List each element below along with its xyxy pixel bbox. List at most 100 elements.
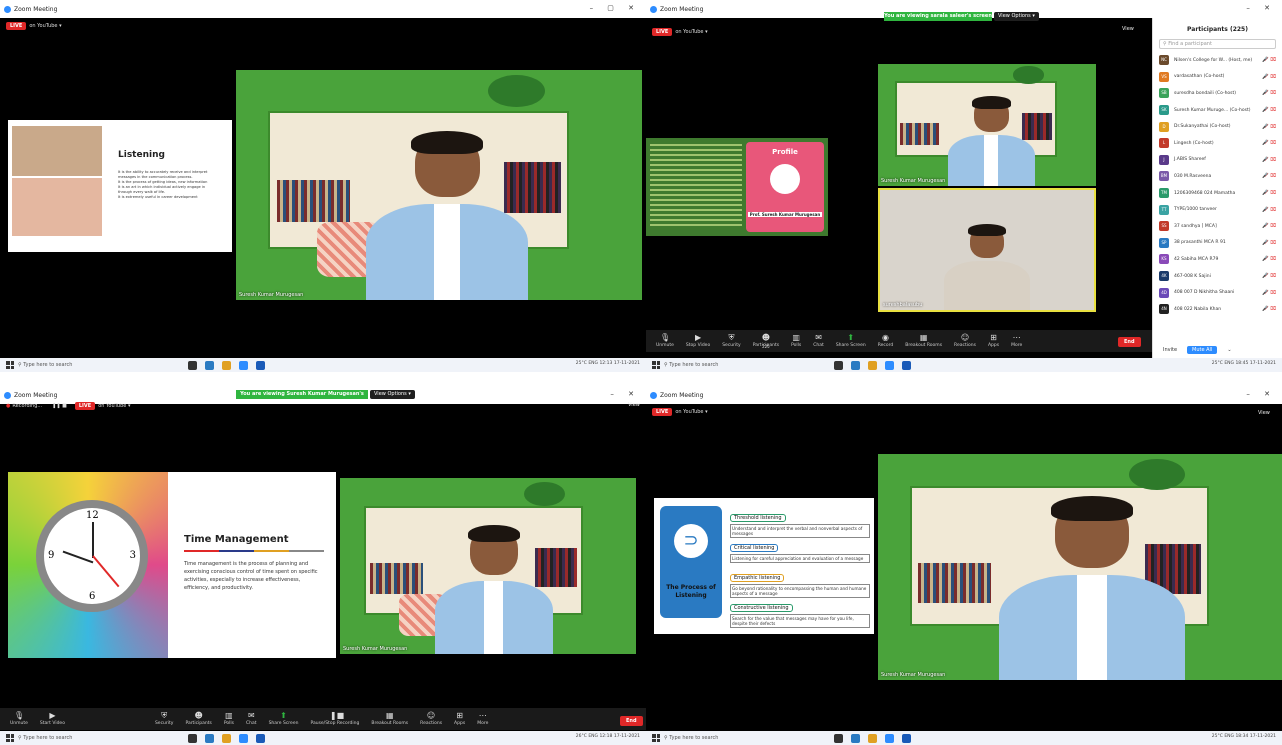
edge-icon[interactable]	[205, 360, 214, 370]
stop-video-button[interactable]: ▶ Stop Video	[686, 334, 710, 349]
taskbar-search[interactable]: ⚲ Type here to search	[664, 735, 804, 741]
window-controls[interactable]: – ✕	[1246, 4, 1276, 12]
task-view-icon[interactable]	[834, 733, 843, 743]
more-options-button[interactable]: ⌄	[1227, 347, 1231, 353]
live-indicator[interactable]: LIVE on YouTube ▾	[652, 28, 708, 36]
mute-all-button[interactable]: Mute All	[1187, 346, 1218, 354]
end-button[interactable]: End	[620, 716, 643, 726]
view-button[interactable]: View	[1258, 410, 1270, 416]
security-button[interactable]: ⛨ Security	[155, 712, 173, 727]
recording-indicator[interactable]: ● Recording... ❚❚ ■ LIVE on YouTube ▾	[6, 402, 130, 410]
participant-row[interactable]: TT TYPE/1000 tanveer 🎤̸ ⌧	[1153, 201, 1282, 218]
participant-row[interactable]: SP 38 prasanthi MCA R 91 🎤̸ ⌧	[1153, 235, 1282, 252]
invite-button[interactable]: Invite	[1163, 347, 1177, 353]
windows-start-icon[interactable]	[6, 361, 14, 369]
youtube-dropdown[interactable]: on YouTube ▾	[98, 403, 130, 409]
youtube-dropdown[interactable]: on YouTube ▾	[29, 23, 61, 29]
participants-button[interactable]: ☻225 Participants	[753, 334, 779, 350]
youtube-dropdown[interactable]: on YouTube ▾	[675, 409, 707, 415]
apps-button[interactable]: ⊞ Apps	[988, 334, 999, 349]
zoom-app-icon[interactable]	[239, 733, 248, 743]
explorer-icon[interactable]	[868, 360, 877, 370]
chat-button[interactable]: ✉ Chat	[813, 334, 824, 349]
participant-row[interactable]: SS 37 sandhya [ MCA] 🎤̸ ⌧	[1153, 218, 1282, 235]
live-indicator[interactable]: LIVE on YouTube ▾	[6, 22, 62, 30]
reactions-button[interactable]: ☺ Reactions	[954, 334, 976, 349]
unmute-button[interactable]: 🎙 Unmute	[10, 712, 28, 727]
chat-button[interactable]: ✉ Chat	[246, 712, 257, 727]
system-tray[interactable]: 25°C ENG 12:13 17-11-2021	[576, 361, 640, 366]
system-tray[interactable]: 25°C ENG 18:45 17-11-2021	[1212, 361, 1276, 366]
youtube-dropdown[interactable]: on YouTube ▾	[675, 29, 707, 35]
participant-row[interactable]: D Dr.Sukanyathai (Co-host) 🎤̸ ⌧	[1153, 118, 1282, 135]
participant-row[interactable]: 4K 467-008 K Sajini 🎤̸ ⌧	[1153, 268, 1282, 285]
window-controls[interactable]: – ✕	[1246, 390, 1276, 398]
window-controls[interactable]: – ▢ ✕	[590, 4, 640, 12]
live-indicator[interactable]: LIVE on YouTube ▾	[652, 408, 708, 416]
word-icon[interactable]	[256, 360, 265, 370]
word-icon[interactable]	[902, 733, 911, 743]
windows-start-icon[interactable]	[6, 734, 14, 742]
participant-row[interactable]: 4N 408 022 Nabila Khan 🎤̸ ⌧	[1153, 301, 1282, 318]
task-view-icon[interactable]	[188, 733, 197, 743]
participant-row[interactable]: NC Nilsen's College for W... (Host, me) 🎤̸…	[1153, 52, 1282, 69]
taskbar-search[interactable]: ⚲ Type here to search	[18, 362, 158, 368]
participant-row[interactable]: BM 030 M.Rasveena 🎤̸ ⌧	[1153, 168, 1282, 185]
taskbar-search[interactable]: ⚲ Type here to search	[664, 362, 804, 368]
explorer-icon[interactable]	[868, 733, 877, 743]
edge-icon[interactable]	[205, 733, 214, 743]
security-button[interactable]: ⛨ Security	[722, 334, 740, 349]
participant-avatar: 4N	[1159, 304, 1169, 315]
participant-row[interactable]: 4D 408 007 D Nikhitha Shaani 🎤̸ ⌧	[1153, 284, 1282, 301]
more-button[interactable]: ⋯ More	[1011, 334, 1022, 349]
breakout-rooms-button[interactable]: ▦ Breakout Rooms	[905, 334, 942, 349]
participant-row[interactable]: TM 1206309468 024 Mamatha 🎤̸ ⌧	[1153, 185, 1282, 202]
apps-button[interactable]: ⊞ Apps	[454, 712, 465, 727]
explorer-icon[interactable]	[222, 360, 231, 370]
share-screen-button[interactable]: ⬆ Share Screen	[836, 334, 866, 349]
taskbar-search[interactable]: ⚲ Type here to search	[18, 735, 158, 741]
participant-row[interactable]: VS vardasathan (Co-host) 🎤̸ ⌧	[1153, 69, 1282, 86]
breakout-rooms-button[interactable]: ▦ Breakout Rooms	[371, 712, 408, 727]
record-button[interactable]: ◉ Record	[878, 334, 894, 349]
participant-search-input[interactable]: ⚲ Find a participant	[1159, 39, 1276, 49]
books	[918, 562, 992, 604]
task-view-icon[interactable]	[188, 360, 197, 370]
zoom-app-icon[interactable]	[239, 360, 248, 370]
share-screen-button[interactable]: ⬆ Share Screen	[269, 712, 299, 727]
system-tray[interactable]: 26°C ENG 12:18 17-11-2021	[576, 734, 640, 739]
participant-row[interactable]: SK Suresh Kumar Muruge... (Co-host) 🎤̸ ⌧	[1153, 102, 1282, 119]
window-controls[interactable]: – ✕	[610, 390, 640, 398]
participant-row[interactable]: J J.ABIS Shareef 🎤̸ ⌧	[1153, 152, 1282, 169]
pause-stop-icons[interactable]: ❚❚ ■	[52, 403, 67, 409]
view-button[interactable]: View	[628, 402, 640, 408]
pause-stop-recording-button[interactable]: ❚■ Pause/Stop Recording	[310, 712, 359, 727]
explorer-icon[interactable]	[222, 733, 231, 743]
polls-button[interactable]: ▥ Polls	[791, 333, 801, 349]
edge-icon[interactable]	[851, 360, 860, 370]
windows-start-icon[interactable]	[652, 734, 660, 742]
participant-row[interactable]: L Lingesh (Co-host) 🎤̸ ⌧	[1153, 135, 1282, 152]
start-video-button[interactable]: ▶ Start Video	[40, 712, 65, 727]
edge-icon[interactable]	[851, 733, 860, 743]
polls-button[interactable]: ▥ Polls	[224, 712, 234, 727]
polls-icon: ▥	[792, 333, 800, 342]
reactions-button[interactable]: ☺ Reactions	[420, 712, 442, 727]
windows-start-icon[interactable]	[652, 361, 660, 369]
system-tray[interactable]: 25°C ENG 18:34 17-11-2021	[1212, 734, 1276, 739]
word-icon[interactable]	[902, 360, 911, 370]
participant-row[interactable]: KS 42 Sabiha MCA R79 🎤̸ ⌧	[1153, 251, 1282, 268]
view-options-button[interactable]: View Options ▾	[370, 390, 415, 399]
unmute-button[interactable]: 🎙 Unmute	[656, 334, 674, 349]
participant-row[interactable]: SB suresdha bondaili (Co-host) 🎤̸ ⌧	[1153, 85, 1282, 102]
zoom-app-icon[interactable]	[885, 733, 894, 743]
task-view-icon[interactable]	[834, 360, 843, 370]
participant-name: Dr.Sukanyathai (Co-host)	[1174, 124, 1231, 130]
word-icon[interactable]	[256, 733, 265, 743]
zoom-app-icon[interactable]	[885, 360, 894, 370]
view-options-button[interactable]: View Options ▾	[994, 12, 1039, 21]
view-button[interactable]: View	[1122, 26, 1134, 32]
end-button[interactable]: End	[1118, 337, 1141, 347]
participants-button[interactable]: ☻ Participants	[185, 712, 211, 727]
more-button[interactable]: ⋯ More	[477, 712, 488, 727]
